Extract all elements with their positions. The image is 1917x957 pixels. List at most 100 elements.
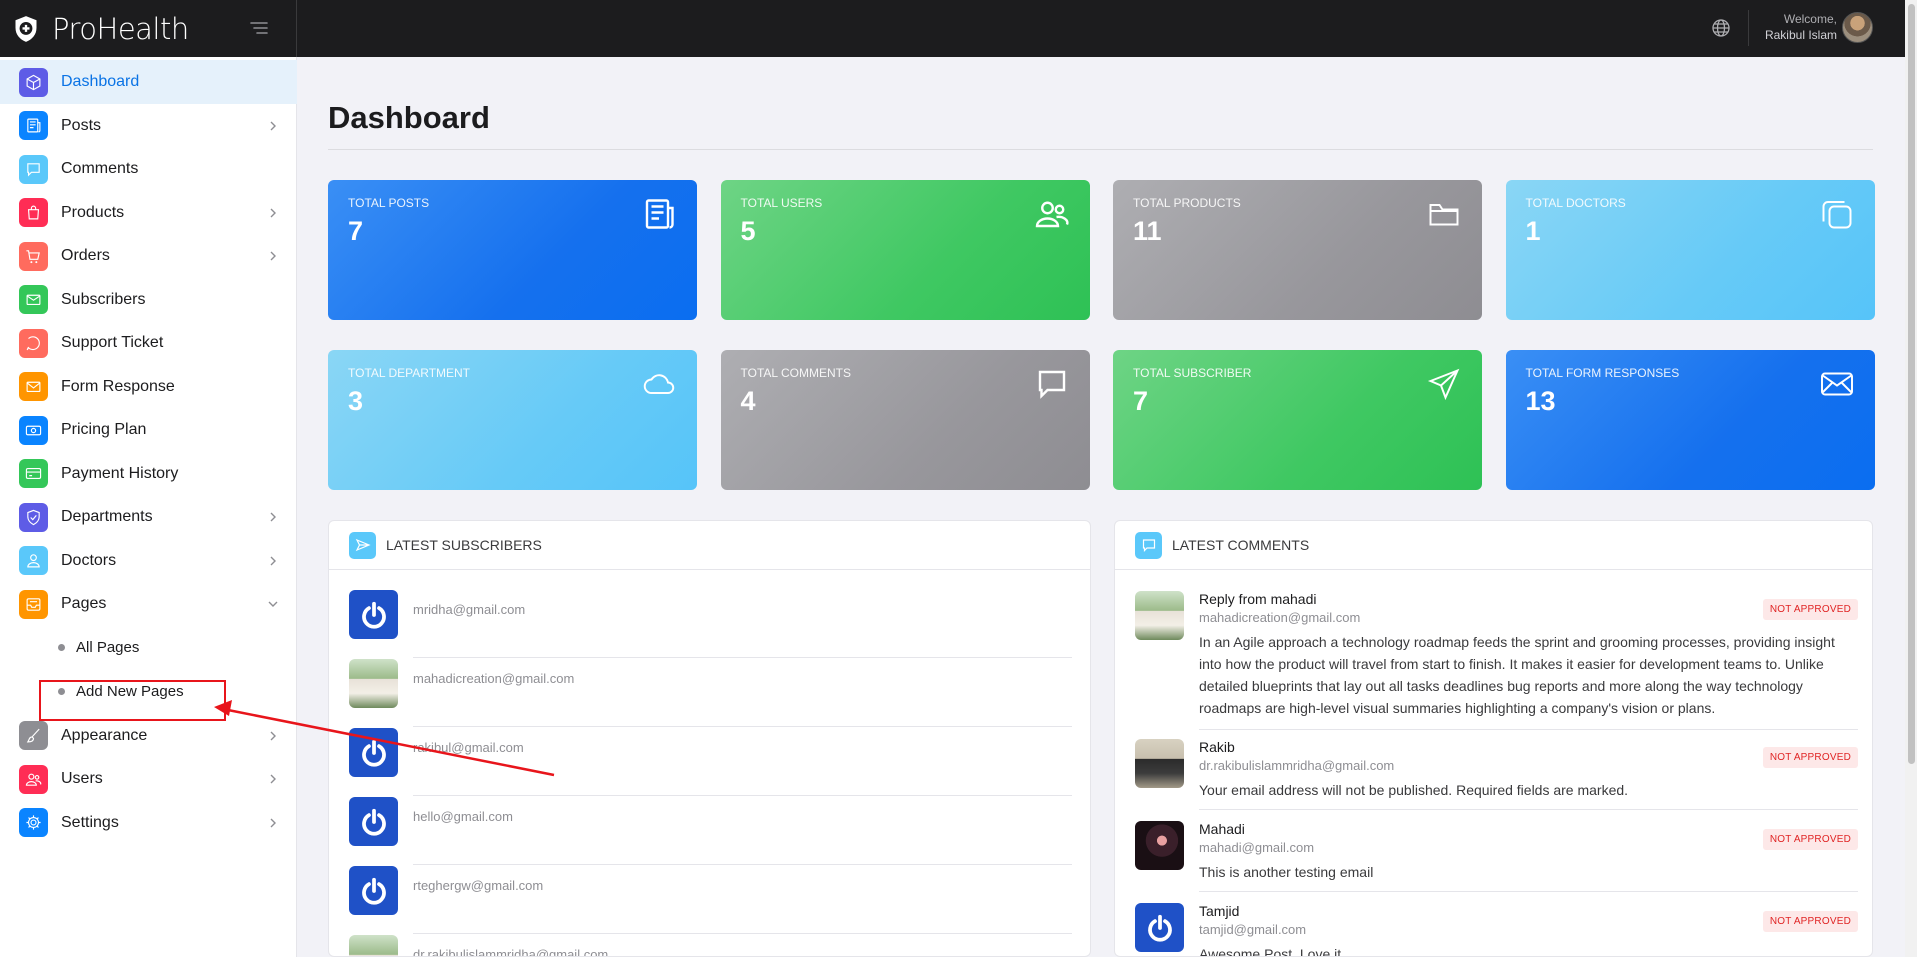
list-item[interactable]: dr.rakibulislammridha@gmail.com bbox=[349, 925, 1072, 957]
stat-card-total-posts[interactable]: TOTAL POSTS 7 bbox=[328, 180, 697, 320]
envelope-open-icon bbox=[1819, 366, 1855, 402]
chevron-right-icon bbox=[267, 554, 279, 566]
comment-text: Your email address will not be published… bbox=[1199, 782, 1629, 798]
stat-card-total-form-responses[interactable]: TOTAL FORM RESPONSES 13 bbox=[1505, 350, 1875, 490]
users-icon bbox=[1034, 196, 1070, 232]
scrollbar-thumb[interactable] bbox=[1908, 4, 1915, 764]
sidebar-item-products[interactable]: Products bbox=[0, 191, 297, 235]
sidebar-item-label: Subscribers bbox=[61, 290, 146, 308]
stat-card-label: TOTAL PRODUCTS bbox=[1133, 196, 1241, 210]
avatar bbox=[349, 935, 398, 956]
stat-card-value: 4 bbox=[740, 386, 756, 416]
comment-email: mahadicreation@gmail.com bbox=[1199, 610, 1361, 625]
comment-author: Rakib bbox=[1199, 739, 1235, 755]
comment-text: In an Agile approach a technology roadma… bbox=[1199, 634, 1835, 716]
sidebar-item-label: Pages bbox=[61, 595, 107, 612]
chat-bubble-icon bbox=[1135, 531, 1162, 559]
status-badge: NOT APPROVED bbox=[1762, 599, 1858, 620]
sidebar-item-posts[interactable]: Posts bbox=[0, 104, 297, 148]
user-welcome[interactable]: Welcome, Rakibul Islam bbox=[1765, 11, 1837, 43]
sidebar-item-label: Payment History bbox=[61, 464, 179, 482]
sidebar-item-users[interactable]: Users bbox=[0, 757, 297, 801]
sidebar-item-label: Doctors bbox=[61, 551, 117, 569]
users-icon bbox=[19, 764, 48, 794]
stat-card-label: TOTAL USERS bbox=[740, 196, 823, 210]
title-divider bbox=[328, 149, 1873, 150]
sidebar-item-orders[interactable]: Orders bbox=[0, 234, 297, 278]
brand-name: ProHealth bbox=[52, 11, 189, 46]
chevron-down-icon bbox=[267, 597, 279, 609]
chevron-right-icon bbox=[267, 206, 279, 218]
power-avatar-icon bbox=[1135, 903, 1184, 952]
stat-card-total-users[interactable]: TOTAL USERS 5 bbox=[720, 180, 1090, 320]
stat-card-total-subscriber[interactable]: TOTAL SUBSCRIBER 7 bbox=[1113, 350, 1482, 490]
stat-card-label: TOTAL DOCTORS bbox=[1525, 196, 1626, 210]
comment-text: Awesome Post. Love it bbox=[1199, 946, 1342, 957]
chevron-right-icon bbox=[267, 510, 279, 522]
bullet-dot bbox=[58, 644, 65, 651]
latest-subscribers-title: LATEST SUBSCRIBERS bbox=[386, 537, 542, 553]
list-item[interactable]: mahadicreation@gmail.com bbox=[349, 649, 1072, 727]
cube-icon bbox=[19, 67, 48, 97]
list-item[interactable]: mridha@gmail.com bbox=[349, 580, 1072, 658]
shield-plus-logo-icon bbox=[12, 15, 40, 43]
sidebar-item-dashboard[interactable]: Dashboard bbox=[0, 60, 297, 104]
chevron-right-icon bbox=[267, 119, 279, 131]
paper-plane-icon bbox=[349, 531, 376, 559]
user-avatar[interactable] bbox=[1842, 12, 1873, 43]
stat-card-label: TOTAL DEPARTMENT bbox=[348, 366, 471, 380]
copy-icon bbox=[1819, 196, 1855, 232]
latest-comments-panel: LATEST COMMENTS Reply from mahadi mahadic… bbox=[1114, 520, 1873, 957]
sidebar-item-pricing-plan[interactable]: Pricing Plan bbox=[0, 408, 297, 452]
sidebar-item-pages[interactable]: Pages bbox=[0, 582, 297, 626]
sidebar-item-settings[interactable]: Settings bbox=[0, 801, 297, 845]
subscriber-email: rakibul@gmail.com bbox=[413, 740, 524, 755]
status-badge: NOT APPROVED bbox=[1762, 747, 1858, 768]
sidebar-subitem-label: All Pages bbox=[76, 639, 140, 656]
sidebar-item-label: Users bbox=[61, 770, 103, 787]
stat-card-value: 13 bbox=[1525, 386, 1556, 416]
menu-toggle-icon[interactable] bbox=[248, 17, 270, 39]
comment-author: Mahadi bbox=[1199, 821, 1245, 837]
sidebar-item-doctors[interactable]: Doctors bbox=[0, 539, 297, 583]
inbox-icon bbox=[19, 589, 48, 619]
latest-comments-header: LATEST COMMENTS bbox=[1115, 521, 1872, 570]
sidebar-item-label: Settings bbox=[61, 813, 119, 831]
list-item[interactable]: rakibul@gmail.com bbox=[349, 718, 1072, 796]
sidebar-item-label: Products bbox=[61, 203, 125, 221]
folder-icon bbox=[1426, 196, 1462, 232]
sidebar-item-subscribers[interactable]: Subscribers bbox=[0, 278, 297, 322]
stat-card-total-products[interactable]: TOTAL PRODUCTS 11 bbox=[1113, 180, 1482, 320]
newspaper-icon bbox=[19, 111, 48, 140]
sidebar-item-comments[interactable]: Comments bbox=[0, 147, 297, 191]
list-item[interactable]: hello@gmail.com bbox=[349, 787, 1072, 865]
sidebar-subitem-all-pages[interactable]: All Pages bbox=[0, 626, 297, 670]
sidebar-item-support-ticket[interactable]: Support Ticket bbox=[0, 321, 297, 365]
sidebar-item-label: Orders bbox=[61, 247, 110, 264]
top-bar: ProHealth Welcome, Rakibul Islam bbox=[0, 0, 1917, 57]
comment-email: mahadi@gmail.com bbox=[1199, 840, 1315, 855]
latest-subscribers-header: LATEST SUBSCRIBERS bbox=[329, 521, 1090, 570]
comment-text: This is another testing email bbox=[1199, 864, 1374, 880]
comment-email: tamjid@gmail.com bbox=[1199, 922, 1307, 937]
newspaper-icon bbox=[641, 196, 677, 232]
list-item[interactable]: rteghergw@gmail.com bbox=[349, 856, 1072, 934]
stat-card-total-comments[interactable]: TOTAL COMMENTS 4 bbox=[720, 350, 1090, 490]
sidebar-item-form-response[interactable]: Form Response bbox=[0, 365, 297, 409]
stat-card-total-department[interactable]: TOTAL DEPARTMENT 3 bbox=[328, 350, 697, 490]
stat-card-total-doctors[interactable]: TOTAL DOCTORS 1 bbox=[1505, 180, 1875, 320]
power-avatar-icon bbox=[349, 866, 398, 915]
stat-card-label: TOTAL SUBSCRIBER bbox=[1133, 366, 1252, 380]
sidebar-item-departments[interactable]: Departments bbox=[0, 495, 297, 539]
subscriber-email: dr.rakibulislammridha@gmail.com bbox=[413, 947, 609, 957]
stat-card-value: 7 bbox=[348, 216, 364, 246]
sidebar-item-payment-history[interactable]: Payment History bbox=[0, 452, 297, 496]
avatar bbox=[349, 659, 398, 708]
status-badge: NOT APPROVED bbox=[1762, 829, 1858, 850]
status-badge: NOT APPROVED bbox=[1762, 911, 1858, 932]
globe-icon[interactable] bbox=[1710, 17, 1732, 39]
comment-author: Tamjid bbox=[1199, 903, 1240, 919]
comment-author: Reply from mahadi bbox=[1199, 591, 1317, 607]
stat-card-label: TOTAL POSTS bbox=[348, 196, 430, 210]
user-icon bbox=[19, 546, 48, 575]
